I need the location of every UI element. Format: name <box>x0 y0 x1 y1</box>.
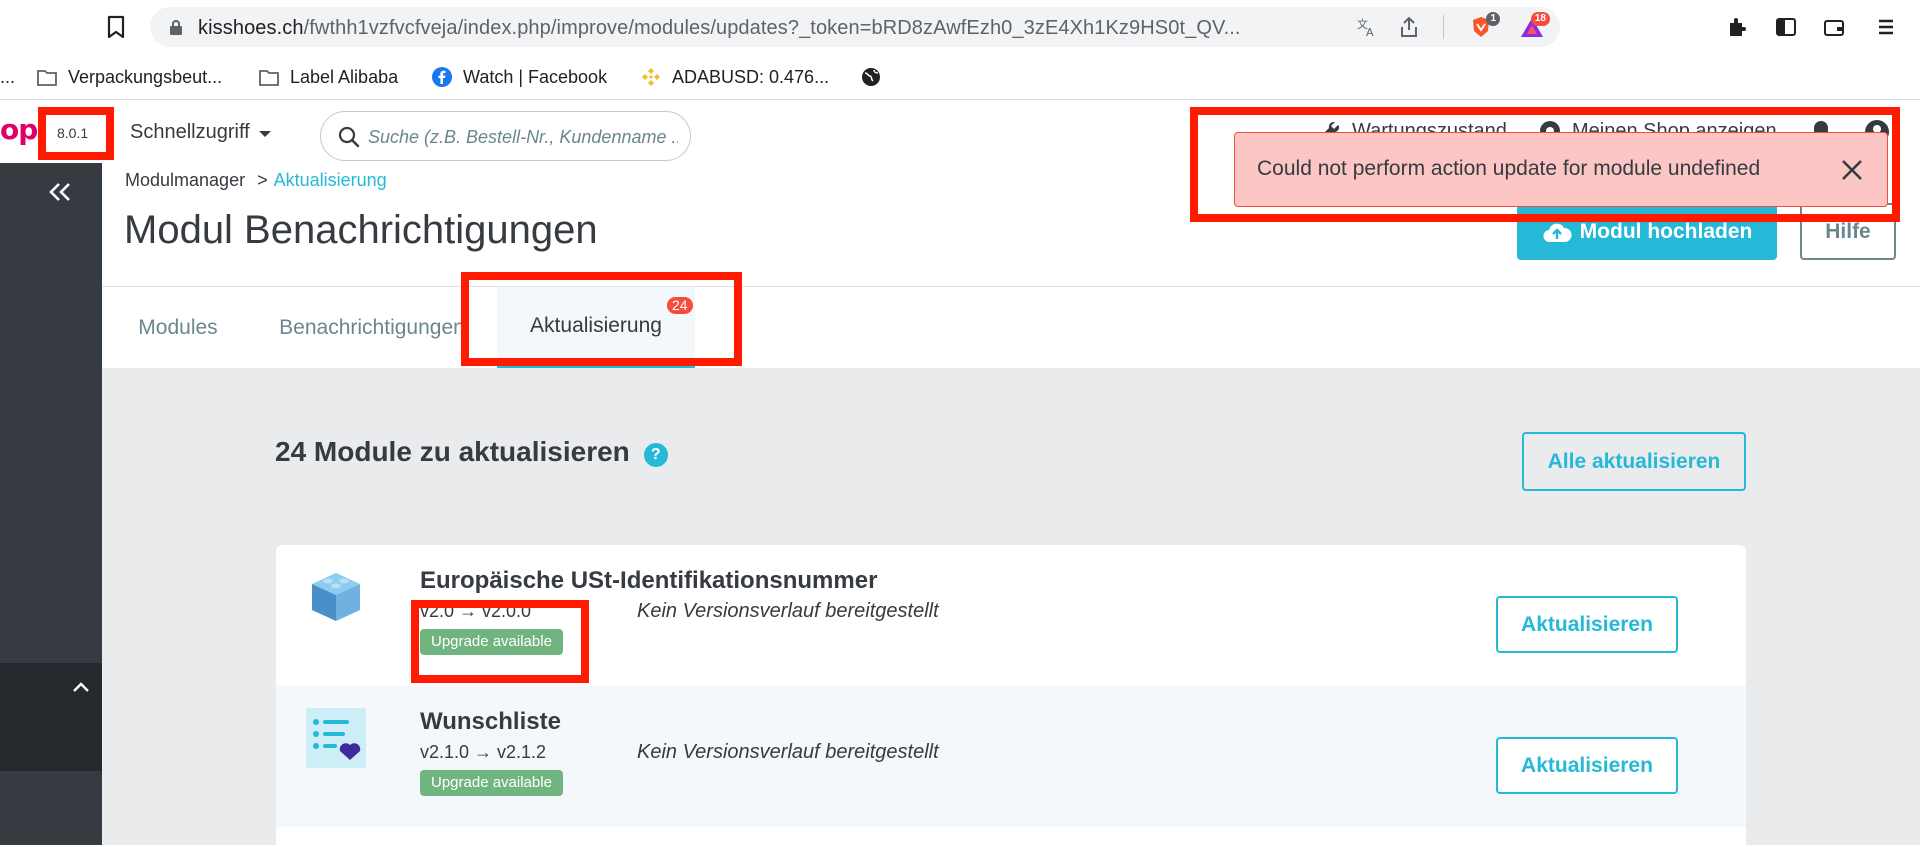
update-all-button[interactable]: Alle aktualisieren <box>1522 432 1746 491</box>
version-label: 8.0.1 <box>57 125 89 141</box>
quick-access-label: Schnellzugriff <box>130 121 250 143</box>
page-title: Modul Benachrichtigungen <box>124 208 598 252</box>
svg-text:A: A <box>1366 26 1374 38</box>
upload-module-label: Modul hochladen <box>1579 219 1753 243</box>
module-description: Kein Versionsverlauf bereitgestellt <box>637 600 939 622</box>
sidebar <box>0 163 102 845</box>
search-icon <box>338 126 360 148</box>
brave-rewards-icon[interactable]: 18 <box>1520 12 1550 38</box>
chevron-down-icon <box>258 131 271 137</box>
breadcrumb: Modulmanager > Aktualisierung <box>125 170 387 191</box>
url-divider <box>1443 15 1444 39</box>
modules-to-update-heading: 24 Module zu aktualisieren? <box>275 436 668 468</box>
tab-label: Modules <box>138 315 218 339</box>
upgrade-available-badge: Upgrade available <box>420 770 563 796</box>
tab-updates[interactable]: Aktualisierung 24 <box>497 287 695 368</box>
bookmark-watch-facebook[interactable]: Watch | Facebook <box>431 62 607 92</box>
search-input[interactable] <box>368 124 678 150</box>
wallet-icon[interactable] <box>1822 15 1846 39</box>
bookmark-star-icon[interactable] <box>104 14 128 40</box>
sidebar-item-active[interactable] <box>0 663 102 771</box>
prestashop-logo[interactable]: op <box>0 113 38 146</box>
cube-module-icon <box>312 573 360 621</box>
search-box[interactable] <box>320 111 691 161</box>
module-description: Kein Versionsverlauf bereitgestellt <box>637 741 939 763</box>
tab-label: Aktualisierung <box>530 314 662 337</box>
module-tabs: Modules Benachrichtigungen 0 Aktualisier… <box>102 286 1920 368</box>
rewards-count: 18 <box>1530 12 1550 26</box>
help-question-icon[interactable]: ? <box>643 443 668 467</box>
module-name: Wunschliste <box>420 708 561 735</box>
collapse-sidebar-icon[interactable] <box>46 179 74 205</box>
extensions-puzzle-icon[interactable] <box>1726 15 1750 39</box>
bookmark-label: ... <box>0 66 16 87</box>
bookmark-label: Label Alibaba <box>290 66 399 87</box>
shields-count: 1 <box>1486 12 1500 26</box>
module-row <box>276 827 1746 847</box>
error-alert: Could not perform action update for modu… <box>1234 132 1888 207</box>
breadcrumb-current[interactable]: Aktualisierung <box>274 170 387 190</box>
translate-icon[interactable]: 文A <box>1356 16 1378 38</box>
sidebar-toggle-icon[interactable] <box>1774 15 1798 39</box>
share-icon[interactable] <box>1398 16 1420 38</box>
tab-label: Benachrichtigungen <box>279 315 465 339</box>
bookmark-globe[interactable] <box>860 62 892 92</box>
module-version: v2.1.0 → v2.1.2 <box>420 742 547 762</box>
alert-message: Could not perform action update for modu… <box>1257 157 1761 180</box>
tab-notifications[interactable]: Benachrichtigungen 0 <box>272 287 664 368</box>
module-name: Europäische USt-Identifikationsnummer <box>420 567 878 594</box>
binance-icon <box>642 68 660 86</box>
bookmark-label: ADABUSD: 0.476... <box>672 66 830 87</box>
chevron-up-icon <box>73 682 89 692</box>
url-host: kisshoes.ch <box>198 17 304 39</box>
update-module-button[interactable]: Aktualisieren <box>1496 737 1678 794</box>
main-content: 24 Module zu aktualisieren? Alle aktuali… <box>102 368 1920 847</box>
breadcrumb-parent[interactable]: Modulmanager <box>125 170 245 190</box>
bookmark-verpackungsbeutel[interactable]: Verpackungsbeut... <box>36 62 222 92</box>
breadcrumb-separator: > <box>257 170 268 190</box>
cloud-upload-icon <box>1543 223 1572 242</box>
url-text: kisshoes.ch/fwthh1vzfvcfveja/index.php/i… <box>198 17 1241 40</box>
folder-icon <box>259 70 279 86</box>
folder-icon <box>37 70 57 86</box>
upload-module-button[interactable]: Modul hochladen <box>1517 203 1777 260</box>
bookmark-label: Verpackungsbeut... <box>68 66 223 87</box>
update-module-button[interactable]: Aktualisieren <box>1496 596 1678 653</box>
module-version: v2.0 → v2.0.0 <box>420 601 532 621</box>
url-path: /fwthh1vzfvcfveja/index.php/improve/modu… <box>303 17 1241 39</box>
module-row: Wunschliste v2.1.0 → v2.1.2 Upgrade avai… <box>276 686 1746 827</box>
quick-access-dropdown[interactable]: Schnellzugriff <box>130 121 271 144</box>
module-list: Europäische USt-Identifikationsnummer v2… <box>276 545 1746 847</box>
tab-modules[interactable]: Modules <box>124 287 232 368</box>
bookmark-label: Watch | Facebook <box>463 66 608 87</box>
bookmark-adabusd[interactable]: ADABUSD: 0.476... <box>640 62 829 92</box>
browser-toolbar: kisshoes.ch/fwthh1vzfvcfveja/index.php/i… <box>0 0 1920 54</box>
close-icon[interactable] <box>1839 157 1865 183</box>
module-row: Europäische USt-Identifikationsnummer v2… <box>276 545 1746 686</box>
count-title-text: 24 Module zu aktualisieren <box>275 436 630 467</box>
globe-icon <box>862 68 880 86</box>
upgrade-available-badge: Upgrade available <box>420 629 563 655</box>
wishlist-icon <box>306 708 366 768</box>
lock-icon <box>170 20 182 35</box>
brave-shields-icon[interactable]: 1 <box>1470 12 1500 38</box>
address-bar[interactable]: kisshoes.ch/fwthh1vzfvcfveja/index.php/i… <box>150 7 1560 47</box>
bookmark-label-alibaba[interactable]: Label Alibaba <box>258 62 398 92</box>
help-button[interactable]: Hilfe <box>1800 203 1896 260</box>
menu-icon[interactable] <box>1874 15 1898 39</box>
bookmark-truncated[interactable]: ... <box>0 62 15 92</box>
facebook-icon <box>432 67 452 87</box>
bookmarks-bar: ... Verpackungsbeut... Label Alibaba Wat… <box>0 54 1920 100</box>
updates-count-badge: 24 <box>667 297 693 314</box>
